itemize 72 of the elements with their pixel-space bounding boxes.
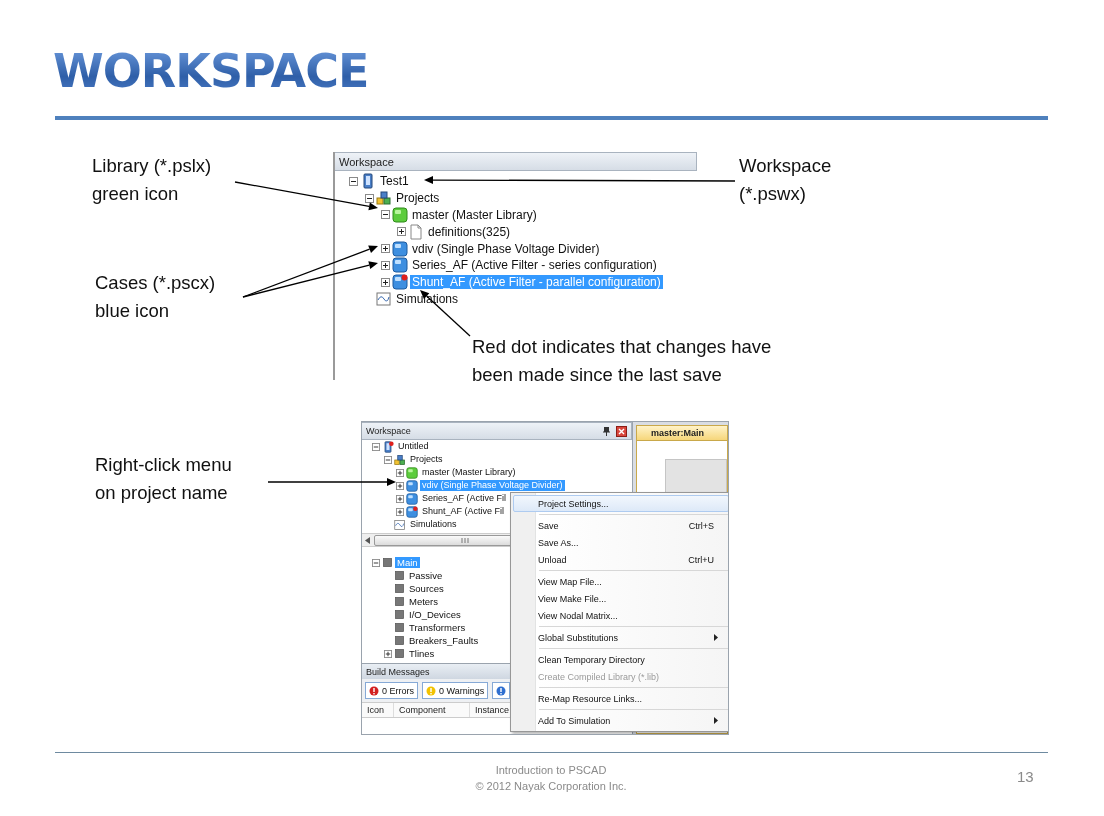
callout-text: Cases (*.pscx) blue icon	[95, 271, 216, 323]
menu-item[interactable]: Save As...	[513, 534, 728, 551]
tree-item[interactable]: definitions(325)	[426, 224, 513, 239]
tree-item[interactable]: Untitled	[396, 441, 431, 452]
filter-button[interactable]	[492, 682, 511, 699]
panel-title: Workspace	[366, 426, 411, 436]
error-icon	[369, 685, 379, 696]
tree-item[interactable]: I/O_Devices	[407, 608, 463, 621]
tree-item[interactable]: Passive	[407, 569, 445, 582]
tree-item[interactable]: Projects	[408, 454, 445, 465]
collapse-icon[interactable]	[381, 210, 390, 220]
expand-icon[interactable]	[381, 277, 390, 287]
tree-item[interactable]: Series_AF (Active Fil	[420, 493, 509, 504]
pin-icon[interactable]	[603, 426, 610, 436]
menu-item[interactable]: Unload Ctrl+U	[513, 551, 728, 568]
collapse-icon[interactable]	[349, 176, 358, 186]
menu-item[interactable]: Clean Temporary Directory	[513, 651, 728, 668]
column-header[interactable]: Component	[394, 703, 470, 717]
menu-item-label: Unload	[538, 554, 568, 565]
collapse-icon[interactable]	[365, 193, 374, 203]
shortcut-text: Ctrl+S	[688, 520, 714, 531]
left-arrow-icon[interactable]	[365, 536, 370, 544]
menu-item[interactable]: Save Ctrl+S	[513, 517, 728, 534]
menu-item-label: Save	[538, 520, 560, 531]
expand-icon[interactable]	[397, 227, 406, 237]
menu-item-label: View Nodal Matrix...	[538, 610, 619, 621]
warning-icon	[426, 685, 436, 696]
menu-item-label: Create Compiled Library (*.lib)	[538, 671, 661, 682]
menu-item-label: View Make File...	[538, 593, 608, 604]
tree-item[interactable]: Meters	[407, 595, 441, 608]
menu-item-label: View Map File...	[538, 576, 603, 587]
grip-icon	[461, 537, 469, 543]
tree-item[interactable]: Sources	[407, 582, 446, 595]
tree-item[interactable]: Series_AF (Active Filter - series configuration)	[410, 258, 659, 273]
callout-text: Library (*.pslx) green icon	[92, 154, 212, 206]
filter-button[interactable]: 0 Errors	[365, 682, 418, 699]
menu-item[interactable]: View Map File...	[513, 573, 728, 590]
column-header[interactable]: Icon	[362, 703, 394, 717]
menu-item[interactable]: View Make File...	[513, 590, 728, 607]
tree-item[interactable]: Transformers	[407, 621, 468, 634]
expand-icon[interactable]	[381, 244, 390, 254]
info-icon	[496, 685, 507, 696]
tree-item[interactable]: Breakers_Faults	[407, 634, 481, 647]
callout-text: Red dot indicates that changes have been made since the last save	[472, 335, 772, 387]
menu-item-label: Global Substitutions	[538, 632, 620, 643]
footer-text: Introduction to PSCAD © 2012 Nayak Corporation Inc.	[474, 763, 628, 794]
menu-item-label: Save As...	[538, 537, 580, 548]
panel-title: Workspace	[339, 155, 394, 168]
tree-item[interactable]: Test1	[378, 174, 411, 189]
menu-item[interactable]: Global Substitutions	[513, 629, 728, 646]
shortcut-text: Ctrl+U	[688, 554, 714, 565]
tree-item[interactable]: Shunt_AF (Active Fil	[420, 506, 507, 517]
close-icon[interactable]	[616, 425, 627, 437]
expand-icon[interactable]	[381, 260, 390, 270]
tree-item[interactable]: Simulations	[408, 519, 459, 530]
tree-item[interactable]: Projects	[394, 191, 442, 206]
menu-item-label: Add To Simulation	[538, 715, 612, 726]
callout-text: Right-click menu on project name	[95, 453, 232, 505]
menu-item-label: Clean Temporary Directory	[538, 654, 646, 665]
menu-item[interactable]: Project Settings...	[513, 495, 728, 512]
menu-item-label: Re-Map Resource Links...	[538, 693, 644, 704]
filter-button[interactable]: 0 Warnings	[422, 682, 489, 699]
document-tab[interactable]: master:Main	[636, 425, 728, 440]
menu-item-label: Project Settings...	[538, 498, 610, 509]
panel-title: Build Messages	[366, 666, 430, 677]
callout-text: Workspace (*.pswx)	[739, 154, 832, 206]
tree-item[interactable]: Tlines	[407, 647, 437, 660]
tree-item[interactable]: master (Master Library)	[420, 467, 518, 478]
tree-item[interactable]: master (Master Library)	[410, 208, 539, 222]
tree-item[interactable]: vdiv (Single Phase Voltage Divider)	[410, 241, 602, 256]
page-number: 13	[1017, 768, 1034, 785]
menu-item[interactable]: View Nodal Matrix...	[513, 607, 728, 624]
